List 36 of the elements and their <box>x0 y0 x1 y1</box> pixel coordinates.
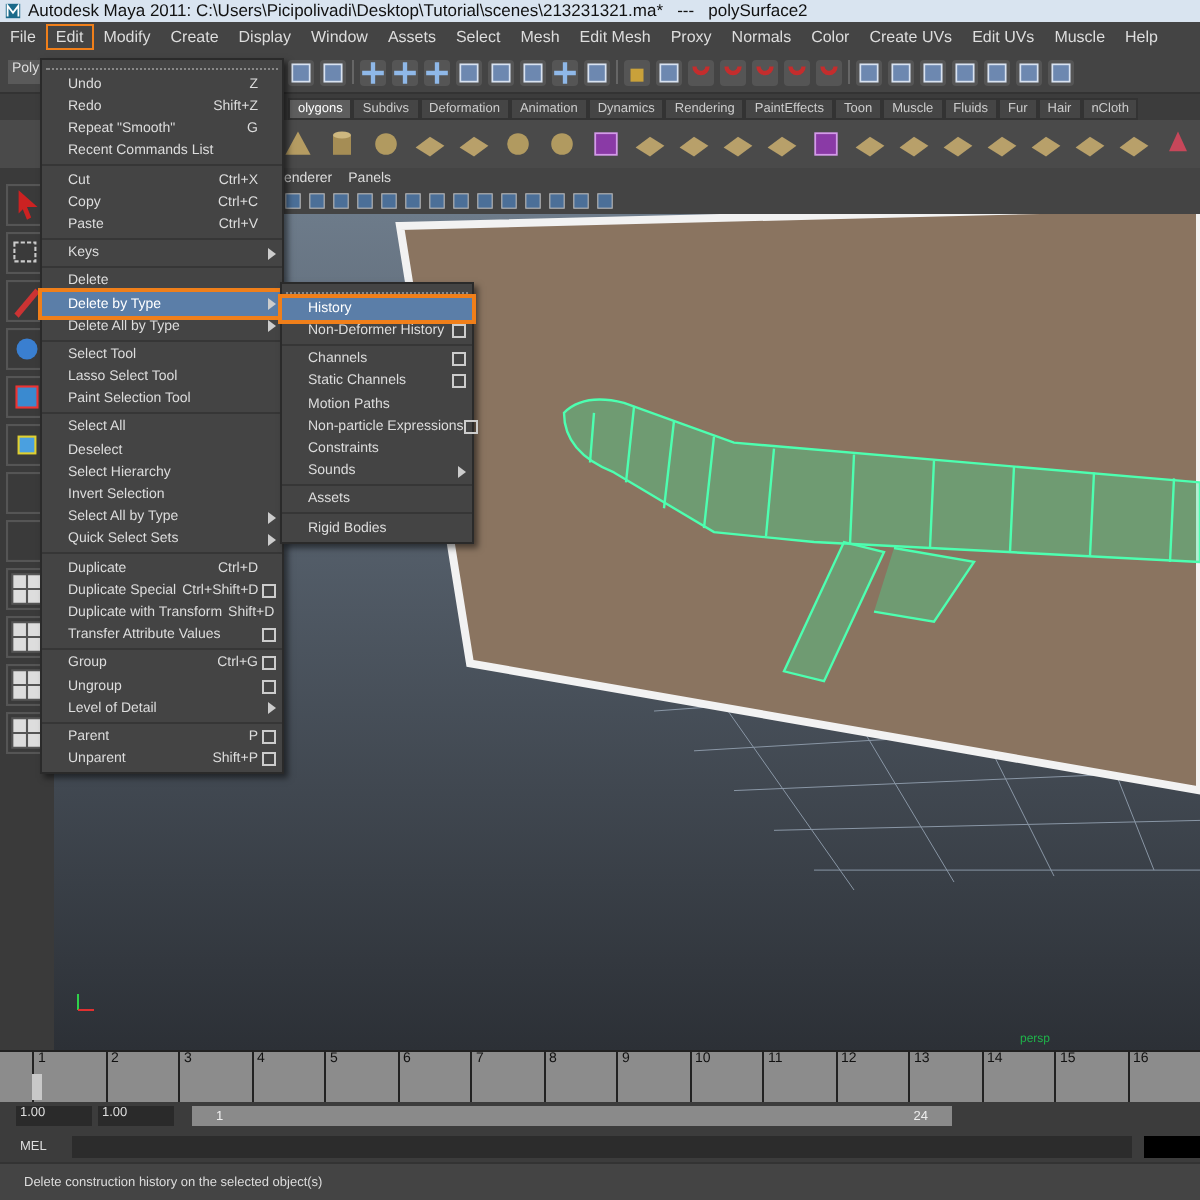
menu-bar-item[interactable]: Display <box>228 24 301 51</box>
menu-bar-item[interactable]: Create <box>160 24 229 51</box>
menu-bar-item[interactable]: Modify <box>93 24 161 51</box>
menu-bar-item[interactable]: Mesh <box>510 24 570 51</box>
option-box[interactable] <box>262 752 276 767</box>
app-logo-icon <box>4 1 22 20</box>
option-box[interactable] <box>452 324 466 339</box>
menu-bar-item[interactable]: Proxy <box>660 24 722 51</box>
option-box[interactable] <box>262 628 276 643</box>
menu-bar-item[interactable]: Select <box>445 24 511 51</box>
option-box[interactable] <box>262 656 276 671</box>
menu-bar-item[interactable]: Edit UVs <box>962 24 1045 51</box>
menu-bar-item[interactable]: Edit Mesh <box>569 24 661 51</box>
option-box[interactable] <box>262 729 276 744</box>
menu-bar-item[interactable]: Normals <box>721 24 802 51</box>
menu-bar-item[interactable]: Window <box>301 24 378 51</box>
plus-icon[interactable] <box>424 59 450 86</box>
window-title: Autodesk Maya 2011: C:\Users\Picipolivadi\Desktop\Tutorial\scenes\213231321.ma* --- polySurface2 <box>28 0 808 21</box>
option-box[interactable] <box>463 419 478 434</box>
menu-bar-item[interactable]: Edit <box>45 24 94 51</box>
option-box[interactable] <box>452 374 466 389</box>
menu-bar-item[interactable]: Muscle <box>1044 24 1116 51</box>
menu-bar-item[interactable]: Create UVs <box>859 24 963 51</box>
plus-icon[interactable] <box>360 59 386 86</box>
plus-icon[interactable] <box>392 59 418 86</box>
current-time-marker[interactable] <box>32 1074 42 1101</box>
option-box[interactable] <box>262 583 276 598</box>
axis-icon <box>74 990 98 1015</box>
menu-bar-item[interactable]: File <box>0 24 46 51</box>
option-box[interactable] <box>262 679 276 694</box>
menu-bar-item[interactable]: Assets <box>377 24 446 51</box>
plus-icon[interactable] <box>552 59 578 86</box>
command-result-field <box>1144 1135 1200 1158</box>
menu-bar-item[interactable]: Help <box>1115 24 1168 51</box>
menu-bar-item[interactable]: Color <box>801 24 860 51</box>
option-box[interactable] <box>452 352 466 367</box>
